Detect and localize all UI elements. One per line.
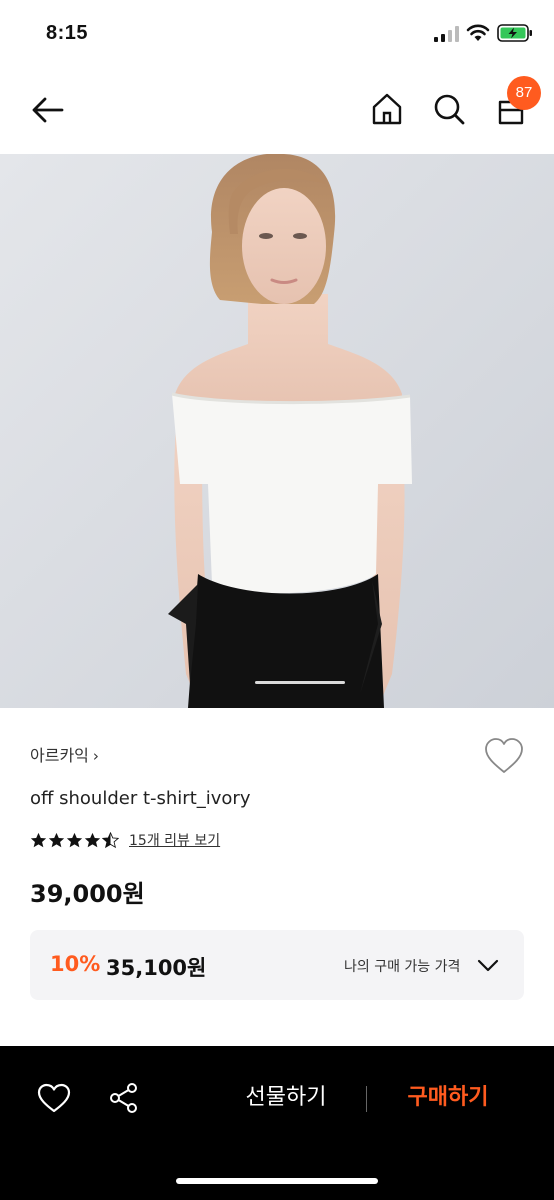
wishlist-heart-icon[interactable] [482, 736, 526, 776]
battery-charging-icon [497, 24, 532, 42]
star-full-icon [48, 832, 65, 847]
rating-row: 15개 리뷰 보기 [30, 828, 220, 852]
like-heart-icon[interactable] [36, 1082, 72, 1114]
review-link[interactable]: 15개 리뷰 보기 [129, 830, 220, 850]
star-full-icon [30, 832, 47, 847]
share-icon[interactable] [106, 1080, 142, 1116]
discount-price: 35,100원 [106, 956, 207, 980]
star-full-icon [84, 832, 101, 847]
back-arrow-icon[interactable] [28, 92, 68, 128]
status-time: 8:15 [46, 22, 89, 44]
brand-name: 아르카익 [30, 746, 89, 765]
star-rating [30, 831, 119, 849]
product-image[interactable] [0, 154, 554, 708]
nav-bar: 87 [0, 70, 554, 154]
buy-button[interactable]: 구매하기 [388, 1078, 508, 1118]
product-price: 39,000원 [30, 880, 145, 908]
brand-link[interactable]: 아르카익 › [30, 742, 99, 766]
my-price-label: 나의 구매 가능 가격 [344, 959, 461, 975]
search-icon[interactable] [430, 90, 468, 128]
gift-button[interactable]: 선물하기 [226, 1078, 346, 1118]
divider [366, 1086, 367, 1112]
status-bar: 8:15 [0, 0, 554, 70]
chevron-right-icon: › [92, 747, 99, 765]
wifi-icon [466, 24, 490, 41]
star-half-icon [102, 831, 119, 848]
chevron-down-icon [477, 959, 499, 972]
home-icon[interactable] [368, 90, 406, 128]
home-indicator [176, 1178, 378, 1184]
star-full-icon [66, 832, 83, 847]
product-name: off shoulder t-shirt_ivory [30, 788, 251, 809]
image-page-indicator [255, 681, 345, 684]
cart-count-badge: 87 [507, 76, 541, 110]
bottom-action-bar: 선물하기 구매하기 [0, 1046, 554, 1200]
cellular-signal-icon [434, 26, 459, 42]
discount-rate: 10% [50, 952, 101, 976]
my-price-dropdown[interactable]: 10% 35,100원 나의 구매 가능 가격 [30, 930, 524, 1000]
product-photo [0, 154, 554, 708]
